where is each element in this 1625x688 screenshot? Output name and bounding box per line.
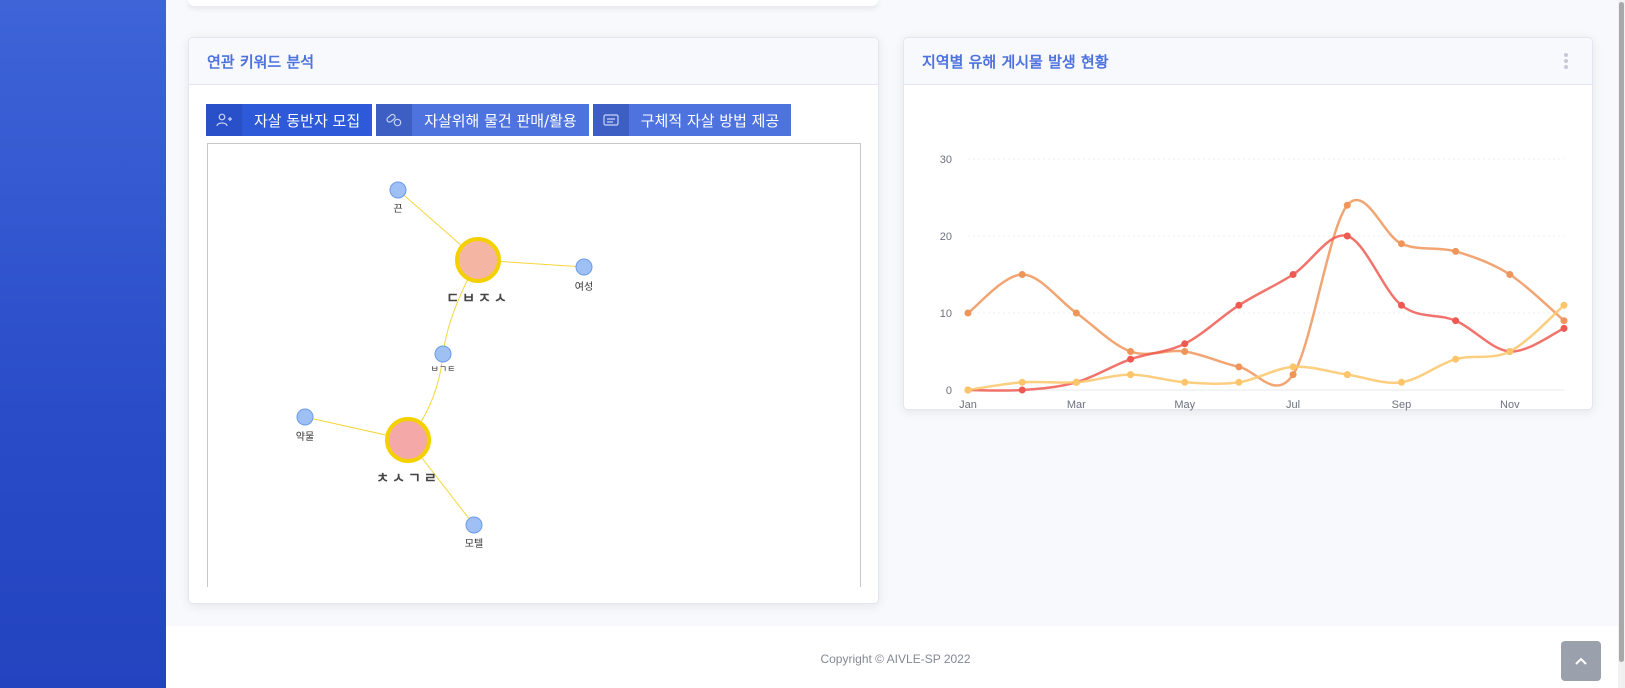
page-scrollbar[interactable] [1618,0,1625,688]
graph-node-main[interactable]: ㄷㅂㅈㅅ [446,237,510,307]
chevron-up-icon [1575,657,1587,665]
data-point [1127,355,1135,363]
data-point [1235,363,1243,371]
data-point [1018,386,1026,394]
keyword-tabs: 자살 동반자 모집 자살위해 물건 판매/활용 구체적 자살 방법 제공 [206,104,792,136]
scrollbar-thumb[interactable] [1619,2,1624,662]
tab-label: 구체적 자살 방법 제공 [628,104,792,136]
data-point [1181,340,1189,348]
data-point [1289,271,1297,278]
x-tick-label: Jan [959,399,977,411]
data-point [1560,317,1568,325]
keyword-analysis-card: 연관 키워드 분석 자살 동반자 모집 자살위해 물건 판매/활용 구체적 자살… [188,37,879,604]
data-point [1452,247,1460,255]
y-tick-label: 0 [946,385,952,397]
tab-label: 자살 동반자 모집 [242,104,373,136]
graph-node-main[interactable]: ㅊㅅㄱㄹ [376,417,440,487]
tab-label: 자살위해 물건 판매/활용 [412,104,589,136]
kebab-menu-icon[interactable] [1558,49,1574,73]
graph-node-sub[interactable]: 끈 [389,181,407,215]
graph-node-label: ㅂㄱㅌ [431,365,456,375]
data-point [1397,301,1405,309]
tab-companion-recruit[interactable]: 자살 동반자 모집 [206,104,373,136]
graph-node-sub[interactable]: 모텔 [465,516,483,550]
x-tick-label: Jul [1286,399,1300,411]
sidebar [0,0,166,688]
tab-method-info[interactable]: 구체적 자살 방법 제공 [592,104,792,136]
region-card-title: 지역별 유해 게시물 발생 현황 [922,52,1109,71]
y-tick-label: 20 [940,231,952,243]
y-tick-label: 10 [940,308,952,320]
user-add-icon [206,104,242,136]
graph-node-sub[interactable]: 여성 [575,258,593,293]
x-tick-label: Sep [1392,399,1412,411]
copyright-text: Copyright © AIVLE-SP 2022 [820,652,971,666]
previous-card-edge [188,0,878,6]
graph-node-label: ㄷㅂㅈㅅ [446,291,510,307]
x-tick-label: Mar [1067,399,1086,411]
series-line [967,304,1565,392]
data-point [1560,301,1568,309]
data-point [964,309,972,317]
x-tick-label: May [1174,399,1195,411]
pills-icon [376,104,413,136]
region-harmful-posts-card: 지역별 유해 게시물 발생 현황 0 10 20 30 Jan Mar May Jul Sep N… [903,37,1594,411]
data-point [964,386,972,394]
data-point [1452,317,1460,325]
graph-node-label: 여성 [575,281,593,293]
keyword-card-title: 연관 키워드 분석 [207,52,315,71]
keyword-network-graph[interactable]: ㄷㅂㅈㅅ ㅊㅅㄱㄹ 끈 여성 ㅂㄱㅌ 약물 모텔 [207,143,861,587]
data-point [1018,378,1026,386]
keyword-card-header: 연관 키워드 분석 [189,38,878,85]
data-point [1397,378,1405,386]
data-point [1072,378,1080,386]
line-chart: 0 10 20 30 Jan Mar May Jul Sep Nov [904,86,1594,411]
graph-node-label: ㅊㅅㄱㄹ [376,471,440,487]
data-point [1343,201,1351,209]
data-point [1235,301,1243,309]
data-point [1181,348,1189,355]
data-point [1127,348,1135,355]
region-card-header: 지역별 유해 게시물 발생 현황 [904,38,1592,85]
message-icon [592,104,629,136]
data-point [1235,378,1243,386]
tab-item-sales[interactable]: 자살위해 물건 판매/활용 [376,104,589,136]
data-point [1452,355,1460,363]
graph-node-sub[interactable]: 약물 [296,408,314,443]
line-chart-svg: 0 10 20 30 Jan Mar May Jul Sep Nov [940,154,1568,411]
graph-node-label: 모텔 [465,538,483,550]
graph-node-label: 약물 [296,431,314,443]
data-point [1343,371,1351,379]
scroll-to-top-button[interactable] [1561,641,1601,681]
data-point [1072,309,1080,317]
y-tick-label: 30 [940,154,952,166]
footer: Copyright © AIVLE-SP 2022 [166,626,1625,688]
data-point [1018,271,1026,278]
data-point [1506,271,1514,278]
data-point [1289,371,1297,379]
data-point [1506,348,1514,355]
data-point [1127,371,1135,379]
graph-node-label: 끈 [393,204,402,215]
graph-node-sub[interactable]: ㅂㄱㅌ [431,345,456,375]
x-tick-label: Nov [1500,399,1520,411]
data-point [1181,378,1189,386]
data-point [1289,363,1297,371]
data-point [1397,240,1405,248]
data-point [1560,324,1568,332]
data-point [1343,232,1351,240]
